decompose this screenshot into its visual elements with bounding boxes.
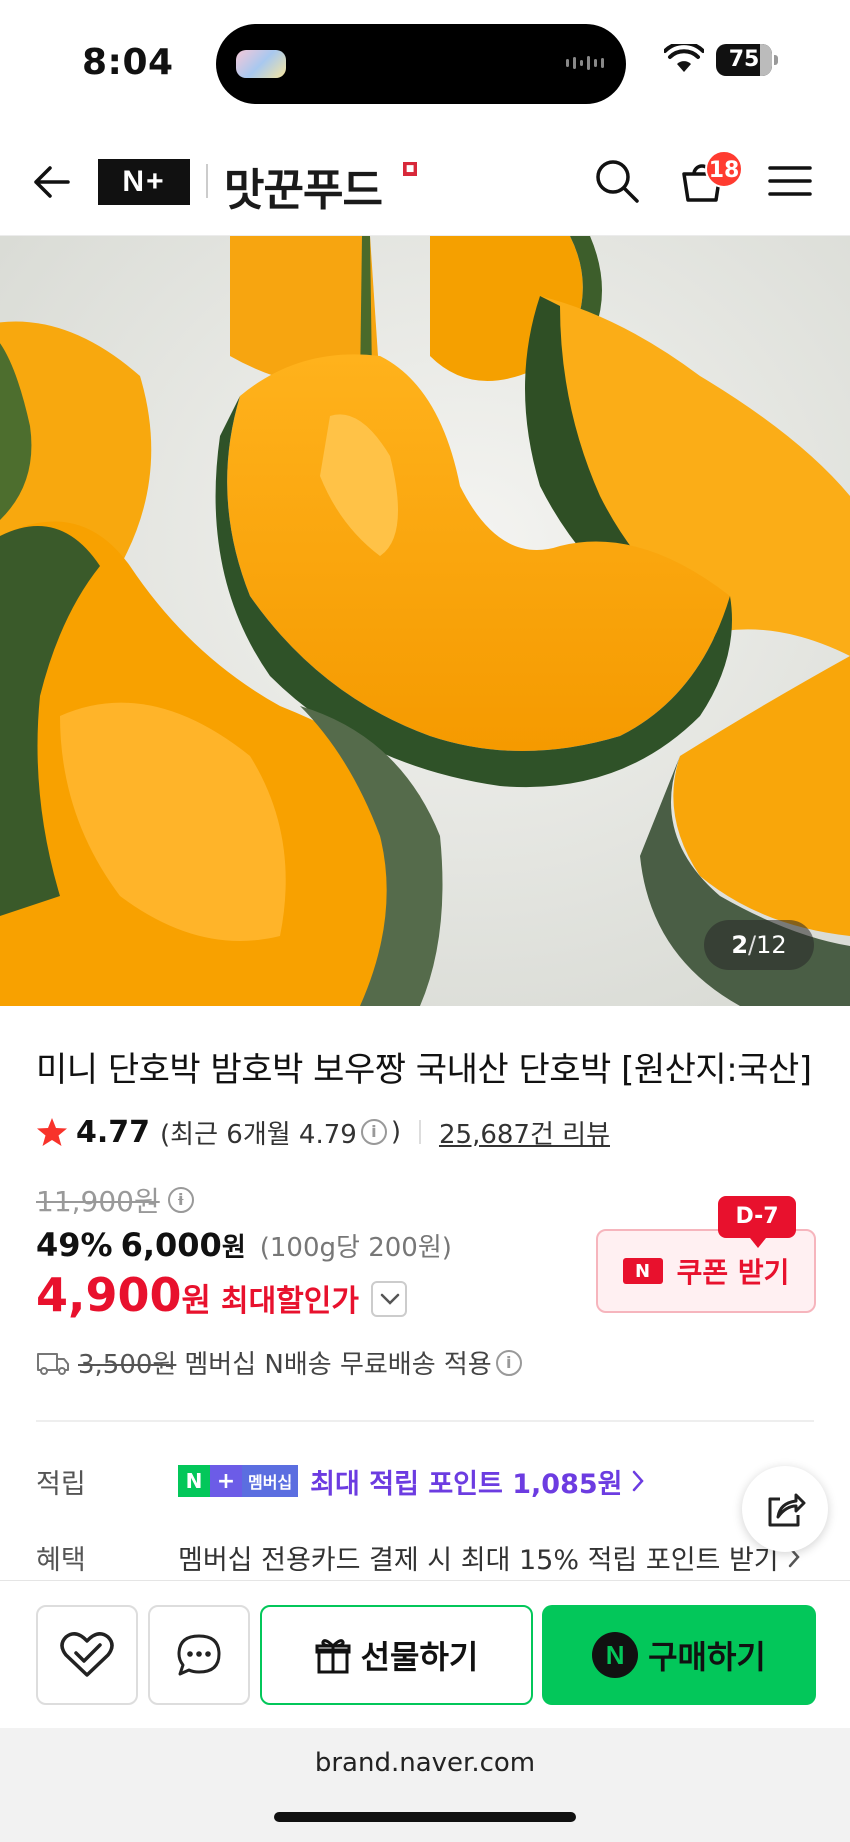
talk-button[interactable] xyxy=(148,1605,250,1705)
share-icon xyxy=(768,1493,806,1527)
max-points-text: 최대 적립 포인트 1,085원 xyxy=(310,1468,623,1500)
buy-label: 구매하기 xyxy=(648,1638,766,1676)
status-time: 8:04 xyxy=(82,42,174,83)
max-discount-unit: 원 xyxy=(181,1281,211,1319)
points-row[interactable]: 적립 N + 멤버십 최대 적립 포인트 1,085원 xyxy=(36,1458,816,1504)
rating-row: 4.77 (최근 6개월 4.79 i ) 25,687건 리뷰 xyxy=(36,1112,610,1152)
original-price: 11,900원 i xyxy=(36,1180,198,1220)
gift-button[interactable]: 선물하기 xyxy=(260,1605,533,1705)
benefit-text: 멤버십 전용카드 결제 시 최대 15% 적립 포인트 받기 xyxy=(178,1544,779,1576)
audio-wave-icon xyxy=(566,56,604,70)
gift-icon xyxy=(315,1639,351,1674)
unit-price: (100g당 200원) xyxy=(259,1233,452,1263)
wishlist-button[interactable] xyxy=(36,1605,138,1705)
benefit-label: 혜택 xyxy=(36,1544,86,1576)
product-image[interactable]: 2/12 xyxy=(0,236,850,1006)
cart-count-badge: 18 xyxy=(705,150,743,188)
brand-seal-icon: ■ xyxy=(403,162,417,176)
coupon-button[interactable]: N 쿠폰 받기 xyxy=(596,1229,816,1313)
sale-price-unit: 원 xyxy=(221,1233,246,1263)
coupon-label: 쿠폰 받기 xyxy=(676,1256,790,1289)
buy-button[interactable]: N 구매하기 xyxy=(542,1605,816,1705)
live-activity-icon xyxy=(236,50,286,78)
section-divider xyxy=(36,1420,814,1422)
battery-empty-portion xyxy=(760,44,772,76)
menu-icon[interactable] xyxy=(768,164,812,198)
shipping-info-icon[interactable]: i xyxy=(495,1349,522,1376)
price-info-icon[interactable]: i xyxy=(167,1187,194,1213)
image-counter-separator: / xyxy=(748,931,757,959)
rating-score: 4.77 xyxy=(76,1114,151,1150)
info-icon[interactable]: i xyxy=(360,1119,387,1145)
naver-pay-icon: N xyxy=(592,1632,639,1678)
max-discount-label: 최대할인가 xyxy=(220,1284,359,1319)
shipping-row: 3,500원 멤버십 N배송 무료배송 적용 i xyxy=(36,1344,526,1381)
benefit-row[interactable]: 혜택 멤버십 전용카드 결제 시 최대 15% 적립 포인트 받기 xyxy=(36,1534,816,1580)
image-counter: 2/12 xyxy=(704,920,814,970)
review-count-link[interactable]: 25,687건 리뷰 xyxy=(439,1114,610,1151)
status-bar: 8:04 75 xyxy=(0,0,850,126)
discount-rate: 49% xyxy=(36,1226,113,1264)
image-current-index: 2 xyxy=(731,931,749,959)
product-title: 미니 단호박 밤호박 보우짱 국내산 단호박 [원산지:국산] xyxy=(36,1050,812,1090)
membership-badge-text: 멤버십 xyxy=(242,1465,299,1497)
recent-rating-close: ) xyxy=(390,1117,401,1147)
naver-plus-logo[interactable]: N+ xyxy=(98,159,190,205)
membership-badge: N + 멤버십 xyxy=(178,1465,299,1497)
gift-label: 선물하기 xyxy=(360,1638,479,1676)
original-shipping-fee: 3,500원 xyxy=(78,1350,177,1380)
home-indicator[interactable] xyxy=(274,1812,576,1822)
max-discount-row[interactable]: 4,900 원 최대할인가 xyxy=(36,1268,407,1322)
app-header: N+ 맛꾼푸드 ■ 18 xyxy=(0,126,850,236)
search-icon[interactable] xyxy=(592,156,642,206)
rating-divider xyxy=(418,1120,421,1144)
pumpkin-photo xyxy=(0,236,850,1006)
chevron-down-icon xyxy=(380,1293,400,1305)
image-total-count: 12 xyxy=(756,931,787,959)
heart-check-icon xyxy=(60,1632,114,1677)
naver-coupon-icon: N xyxy=(622,1258,663,1284)
membership-plus-icon: + xyxy=(210,1465,242,1497)
brand-store-name[interactable]: 맛꾼푸드 xyxy=(224,154,383,218)
share-button[interactable] xyxy=(742,1466,828,1552)
wifi-icon xyxy=(664,44,704,72)
truck-icon xyxy=(37,1352,69,1375)
bottom-action-bar: 선물하기 N 구매하기 xyxy=(0,1580,850,1728)
battery-level: 75 xyxy=(728,47,760,72)
dday-badge: D-7 xyxy=(718,1196,796,1248)
points-label: 적립 xyxy=(36,1468,86,1500)
back-arrow-icon[interactable] xyxy=(30,160,74,204)
url-text[interactable]: brand.naver.com xyxy=(0,1748,850,1778)
membership-n-icon: N xyxy=(178,1465,210,1497)
chevron-right-icon xyxy=(632,1470,644,1492)
sale-price: 6,000 xyxy=(120,1226,222,1264)
expand-price-button[interactable] xyxy=(370,1281,407,1317)
chat-bubble-icon xyxy=(177,1634,221,1676)
original-price-value: 11,900원 xyxy=(36,1185,160,1218)
sale-price-row: 49% 6,000 원 (100g당 200원) xyxy=(36,1226,452,1264)
battery-icon: 75 xyxy=(716,44,778,76)
dynamic-island xyxy=(216,24,626,104)
brand-divider xyxy=(206,164,208,198)
shipping-text: 멤버십 N배송 무료배송 적용 xyxy=(184,1350,492,1380)
max-discount-price: 4,900 xyxy=(36,1268,182,1322)
browser-address-bar[interactable]: brand.naver.com xyxy=(0,1728,850,1842)
star-icon xyxy=(37,1118,67,1146)
recent-rating: (최근 6개월 4.79 xyxy=(160,1119,357,1150)
